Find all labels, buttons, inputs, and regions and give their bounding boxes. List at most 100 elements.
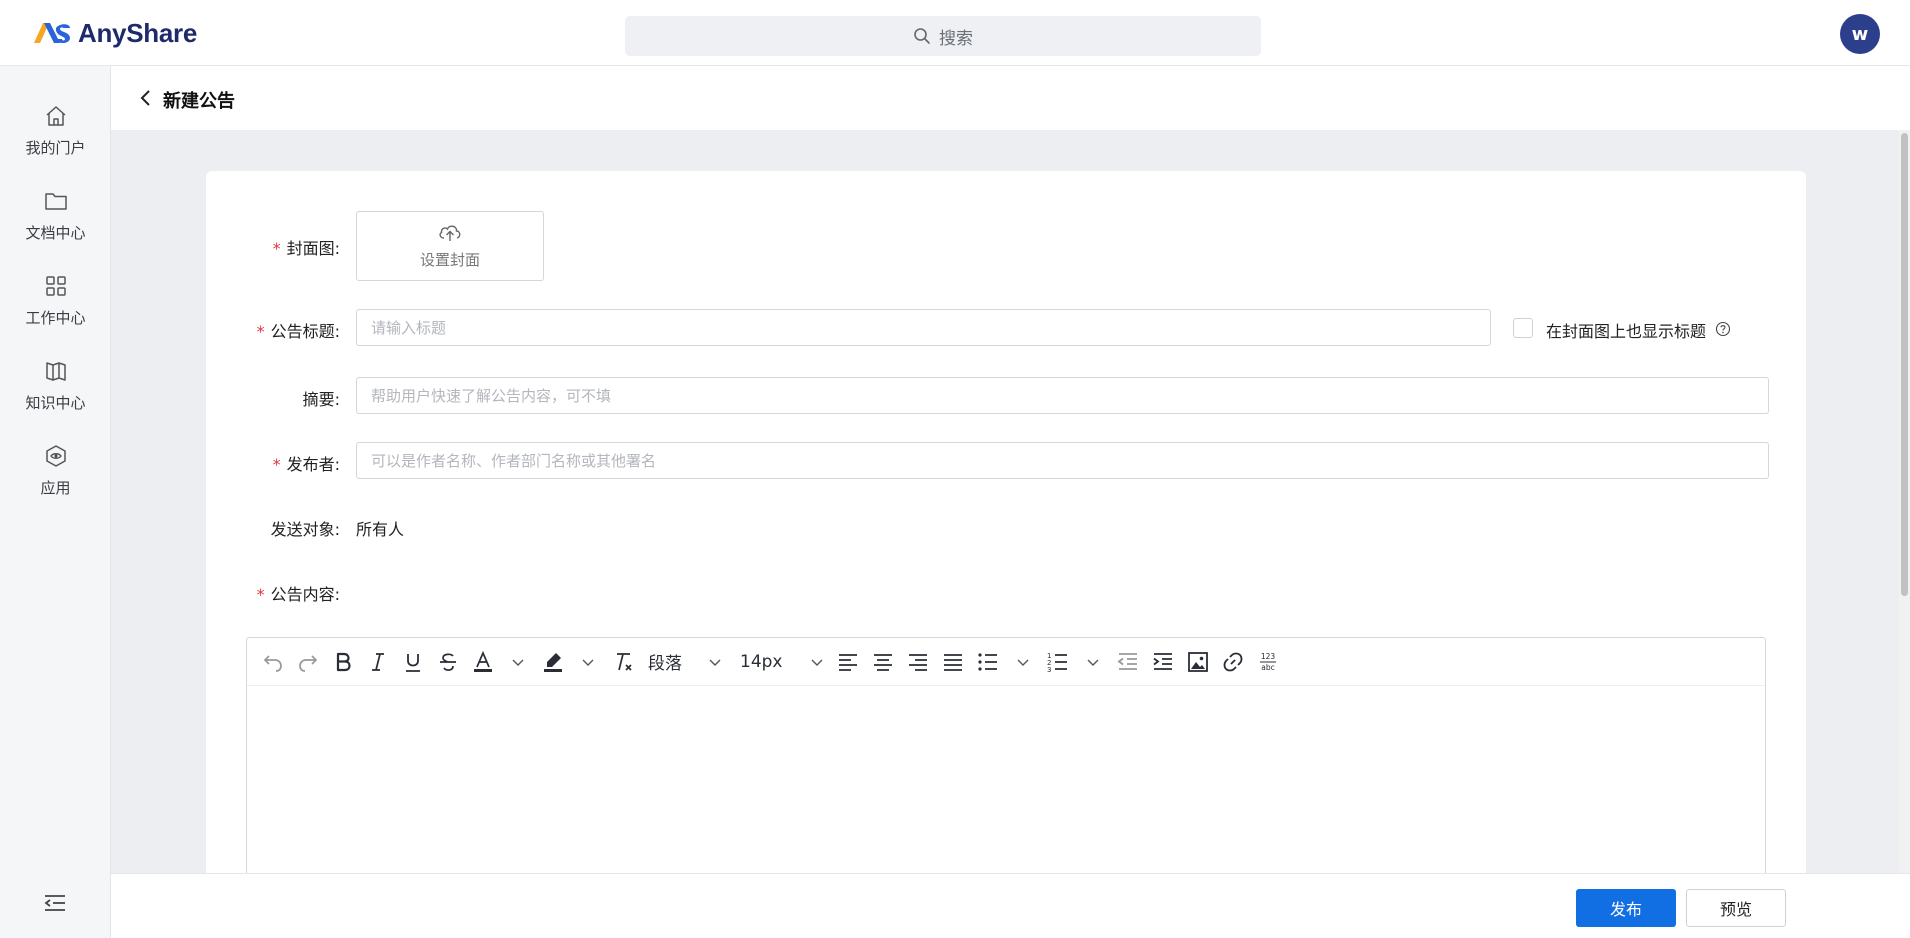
title-label: * 公告标题:	[256, 322, 340, 341]
highlighter-icon	[543, 652, 562, 672]
underline-icon	[405, 653, 420, 672]
announcement-form-card: * 封面图: 设置封面 * 公告标题: 请输入标题 在封面图上也显示标题 摘要: 帮…	[206, 171, 1806, 938]
svg-text:abc: abc	[1261, 663, 1274, 672]
set-cover-button[interactable]: 设置封面	[356, 211, 544, 281]
sidebar-item-label: 文档中心	[25, 224, 86, 242]
anyshare-logo[interactable]: AnyShare	[32, 16, 197, 50]
sidebar-item-label: 工作中心	[25, 309, 86, 327]
chevron-down-icon	[582, 659, 593, 666]
redo-icon	[298, 654, 317, 672]
paragraph-select-value: 段落	[648, 654, 682, 674]
sidebar-item-label: 知识中心	[25, 394, 86, 412]
paragraph-select[interactable]: 段落	[648, 645, 728, 679]
align-justify-button[interactable]	[935, 645, 970, 679]
summary-label: 摘要:	[302, 390, 340, 409]
italic-button[interactable]	[360, 645, 395, 679]
search-input[interactable]: 搜索	[625, 16, 1261, 56]
sidebar: 我的门户 文档中心 工作中心 知识中心 应用	[0, 66, 111, 938]
bullet-list-dropdown[interactable]	[1005, 645, 1040, 679]
show-title-on-cover-checkbox[interactable]	[1513, 318, 1533, 338]
sidebar-item-work-center[interactable]: 工作中心	[0, 272, 111, 346]
question-circle-icon[interactable]	[1715, 321, 1731, 337]
clear-format-button[interactable]	[605, 645, 640, 679]
strikethrough-button[interactable]	[430, 645, 465, 679]
set-cover-label: 设置封面	[419, 251, 480, 269]
scrollbar-thumb[interactable]	[1901, 133, 1908, 596]
content-label: * 公告内容:	[256, 585, 340, 604]
title-placeholder: 请输入标题	[371, 319, 447, 337]
book-icon	[45, 362, 66, 381]
chevron-down-icon	[1087, 659, 1098, 666]
svg-text:123: 123	[1260, 652, 1275, 661]
align-justify-icon	[943, 653, 962, 671]
text-color-button[interactable]	[465, 645, 500, 679]
word-count-button[interactable]: 123 abc	[1250, 645, 1285, 679]
chevron-down-icon	[512, 659, 523, 666]
sidebar-item-my-portal[interactable]: 我的门户	[0, 102, 111, 176]
highlight-button[interactable]	[535, 645, 570, 679]
indent-button[interactable]	[1145, 645, 1180, 679]
preview-button[interactable]: 预览	[1686, 889, 1786, 927]
title-input[interactable]: 请输入标题	[356, 309, 1491, 346]
bold-button[interactable]	[325, 645, 360, 679]
audience-value[interactable]: 所有人	[356, 516, 404, 540]
chevron-left-icon[interactable]	[135, 86, 157, 110]
svg-text:3: 3	[1047, 666, 1051, 674]
insert-image-button[interactable]	[1180, 645, 1215, 679]
user-avatar[interactable]: w	[1840, 14, 1880, 54]
outdent-button[interactable]	[1110, 645, 1145, 679]
chevron-down-icon	[1017, 659, 1028, 666]
home-icon	[46, 106, 65, 126]
page-header: 新建公告	[111, 66, 1910, 130]
summary-placeholder: 帮助用户快速了解公告内容，可不填	[371, 387, 612, 405]
numbered-list-button[interactable]: 123	[1040, 645, 1075, 679]
search-placeholder: 搜索	[939, 28, 973, 49]
grid-icon	[45, 276, 66, 296]
chevron-down-icon	[811, 659, 823, 666]
collapse-menu-icon[interactable]	[42, 892, 68, 914]
outdent-icon	[1117, 652, 1137, 670]
audience-label: 发送对象:	[270, 520, 340, 539]
publisher-placeholder: 可以是作者名称、作者部门名称或其他署名	[371, 452, 657, 470]
align-center-button[interactable]	[865, 645, 900, 679]
action-footer: 发布 预览	[111, 873, 1910, 938]
publisher-input[interactable]: 可以是作者名称、作者部门名称或其他署名	[356, 442, 1769, 479]
sidebar-item-apps[interactable]: 应用	[0, 442, 111, 516]
anyshare-logo-icon	[34, 23, 70, 44]
numbered-list-icon: 123	[1047, 652, 1067, 674]
numbered-list-dropdown[interactable]	[1075, 645, 1110, 679]
sidebar-item-doc-center[interactable]: 文档中心	[0, 187, 111, 261]
summary-input[interactable]: 帮助用户快速了解公告内容，可不填	[356, 377, 1769, 414]
indent-icon	[1152, 652, 1172, 670]
font-size-select[interactable]: 14px	[740, 645, 830, 679]
undo-icon	[263, 654, 282, 672]
editor-toolbar: 段落 14px 123 123 abc	[247, 638, 1765, 686]
show-title-on-cover-label: 在封面图上也显示标题	[1546, 322, 1707, 341]
top-bar: AnyShare 搜索 w	[0, 0, 1910, 66]
cloud-upload-icon	[439, 225, 461, 241]
sidebar-item-knowledge-center[interactable]: 知识中心	[0, 357, 111, 431]
font-size-select-value: 14px	[740, 651, 783, 672]
strikethrough-icon	[439, 652, 456, 671]
highlight-dropdown[interactable]	[570, 645, 605, 679]
align-center-icon	[873, 653, 892, 671]
link-icon	[1223, 652, 1242, 671]
publish-button[interactable]: 发布	[1576, 889, 1676, 927]
text-color-icon	[473, 650, 492, 672]
publisher-label: * 发布者:	[272, 455, 340, 474]
app-name: AnyShare	[78, 17, 197, 48]
bullet-list-button[interactable]	[970, 645, 1005, 679]
text-color-dropdown[interactable]	[500, 645, 535, 679]
italic-icon	[371, 652, 384, 671]
underline-button[interactable]	[395, 645, 430, 679]
chevron-down-icon	[709, 659, 721, 666]
bullet-list-icon	[977, 652, 997, 671]
align-left-button[interactable]	[830, 645, 865, 679]
clear-format-icon	[616, 652, 632, 671]
redo-button[interactable]	[290, 645, 325, 679]
insert-link-button[interactable]	[1215, 645, 1250, 679]
undo-button[interactable]	[255, 645, 290, 679]
search-icon	[914, 28, 930, 44]
bold-icon	[336, 652, 351, 671]
align-right-button[interactable]	[900, 645, 935, 679]
